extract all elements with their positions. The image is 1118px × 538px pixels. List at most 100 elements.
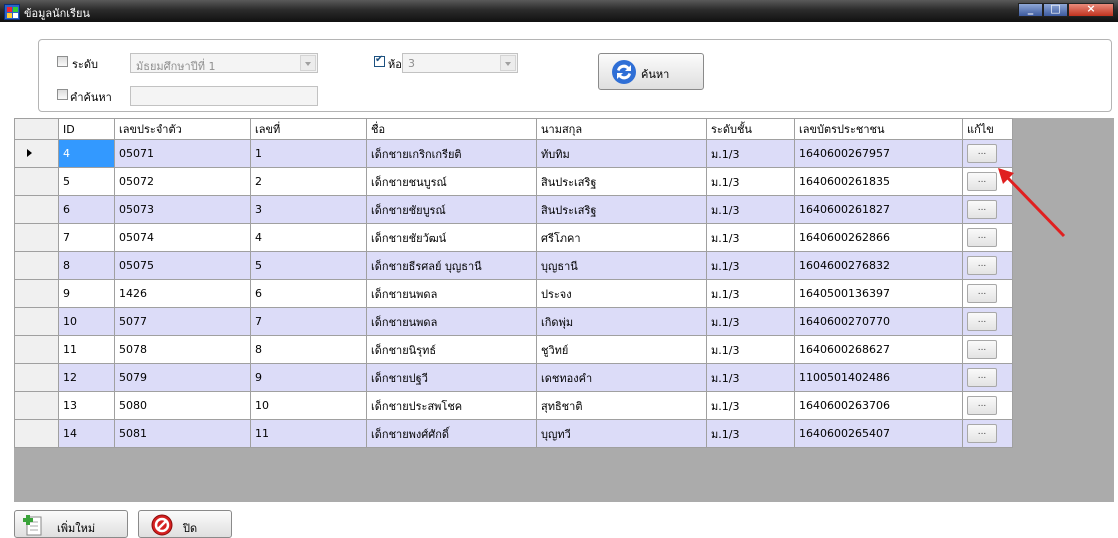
column-header-no[interactable]: เลขที่ [250, 118, 367, 140]
cell-first-name[interactable]: เด็กชายนพดล [366, 279, 537, 308]
cell-id[interactable]: 4 [58, 139, 115, 168]
cell-citizen-id[interactable]: 1640600263706 [794, 391, 963, 420]
row-header[interactable] [14, 335, 59, 364]
minimize-button[interactable]: _ [1018, 2, 1043, 17]
table-row[interactable]: 12 5079 9 เด็กชายปฐวี เดชทองคำ ม.1/3 110050140… [14, 363, 1013, 392]
cell-id[interactable]: 13 [58, 391, 115, 420]
cell-number[interactable]: 1 [250, 139, 367, 168]
cell-first-name[interactable]: เด็กชายชัยบูรณ์ [366, 195, 537, 224]
cell-number[interactable]: 4 [250, 223, 367, 252]
cell-citizen-id[interactable]: 1604600276832 [794, 251, 963, 280]
cell-number[interactable]: 2 [250, 167, 367, 196]
cell-citizen-id[interactable]: 1640500136397 [794, 279, 963, 308]
row-header[interactable] [14, 195, 59, 224]
cell-surname[interactable]: ศรีโภคา [536, 223, 707, 252]
row-header[interactable] [14, 139, 59, 168]
table-row[interactable]: 4 05071 1 เด็กชายเกริกเกรียติ ทับทิม ม.1/3 164… [14, 139, 1013, 168]
chevron-down-icon[interactable] [500, 55, 516, 71]
cell-surname[interactable]: สินประเสริฐ [536, 167, 707, 196]
row-header[interactable] [14, 363, 59, 392]
cell-level[interactable]: ม.1/3 [706, 391, 795, 420]
cell-citizen-id[interactable]: 1640600262866 [794, 223, 963, 252]
keyword-checkbox[interactable] [57, 89, 68, 100]
cell-number[interactable]: 6 [250, 279, 367, 308]
table-row[interactable]: 6 05073 3 เด็กชายชัยบูรณ์ สินประเสริฐ ม.1/3 16… [14, 195, 1013, 224]
table-row[interactable]: 10 5077 7 เด็กชายนพดล เกิดพุ่ม ม.1/3 164060027… [14, 307, 1013, 336]
cell-id[interactable]: 7 [58, 223, 115, 252]
cell-first-name[interactable]: เด็กชายชนบูรณ์ [366, 167, 537, 196]
cell-student-code[interactable]: 5078 [114, 335, 251, 364]
column-header-citizen-id[interactable]: เลขบัตรประชาชน [794, 118, 963, 140]
cell-number[interactable]: 8 [250, 335, 367, 364]
cell-surname[interactable]: บุญธานี [536, 251, 707, 280]
add-new-button[interactable]: เพิ่มใหม่ [14, 510, 128, 538]
row-header[interactable] [14, 167, 59, 196]
column-header-surname[interactable]: นามสกุล [536, 118, 707, 140]
edit-row-button[interactable]: ... [967, 396, 997, 415]
cell-surname[interactable]: สุทธิชาติ [536, 391, 707, 420]
table-row[interactable]: 9 1426 6 เด็กชายนพดล ประจง ม.1/3 1640500136397… [14, 279, 1013, 308]
room-select[interactable]: 3 [402, 53, 518, 73]
cell-citizen-id[interactable]: 1640600265407 [794, 419, 963, 448]
cell-surname[interactable]: ชูวิทย์ [536, 335, 707, 364]
cell-first-name[interactable]: เด็กชายเกริกเกรียติ [366, 139, 537, 168]
cell-student-code[interactable]: 05075 [114, 251, 251, 280]
table-row[interactable]: 5 05072 2 เด็กชายชนบูรณ์ สินประเสริฐ ม.1/3 164… [14, 167, 1013, 196]
cell-first-name[interactable]: เด็กชายพงศ์ศักดิ์ [366, 419, 537, 448]
cell-citizen-id[interactable]: 1640600268627 [794, 335, 963, 364]
cell-id[interactable]: 10 [58, 307, 115, 336]
cell-first-name[interactable]: เด็กชายประสพโชค [366, 391, 537, 420]
cell-student-code[interactable]: 1426 [114, 279, 251, 308]
cell-first-name[interactable]: เด็กชายนพดล [366, 307, 537, 336]
row-header[interactable] [14, 279, 59, 308]
edit-row-button[interactable]: ... [967, 424, 997, 443]
cell-surname[interactable]: เดชทองคำ [536, 363, 707, 392]
cell-level[interactable]: ม.1/3 [706, 251, 795, 280]
keyword-input[interactable] [130, 86, 318, 106]
cell-student-code[interactable]: 05071 [114, 139, 251, 168]
cell-level[interactable]: ม.1/3 [706, 307, 795, 336]
edit-row-button[interactable]: ... [967, 368, 997, 387]
cell-citizen-id[interactable]: 1640600270770 [794, 307, 963, 336]
cell-first-name[interactable]: เด็กชายธีรศลย์ บุญธานี [366, 251, 537, 280]
column-header-code[interactable]: เลขประจำตัว [114, 118, 251, 140]
cell-id[interactable]: 6 [58, 195, 115, 224]
cell-student-code[interactable]: 5079 [114, 363, 251, 392]
edit-row-button[interactable]: ... [967, 312, 997, 331]
student-grid[interactable]: ID เลขประจำตัว เลขที่ ชื่อ นามสกุล ระดับ… [14, 118, 1114, 502]
table-row[interactable]: 11 5078 8 เด็กชายนิรุทธ์ ชูวิทย์ ม.1/3 1640600… [14, 335, 1013, 364]
cell-level[interactable]: ม.1/3 [706, 335, 795, 364]
cell-level[interactable]: ม.1/3 [706, 223, 795, 252]
cell-id[interactable]: 12 [58, 363, 115, 392]
cell-level[interactable]: ม.1/3 [706, 167, 795, 196]
column-header-name[interactable]: ชื่อ [366, 118, 537, 140]
cell-student-code[interactable]: 5081 [114, 419, 251, 448]
cell-level[interactable]: ม.1/3 [706, 419, 795, 448]
level-select[interactable]: มัธยมศึกษาปีที่ 1 [130, 53, 318, 73]
table-row[interactable]: 14 5081 11 เด็กชายพงศ์ศักดิ์ บุญทวี ม.1/3 1640… [14, 419, 1013, 448]
cell-surname[interactable]: บุญทวี [536, 419, 707, 448]
maximize-button[interactable]: □ [1043, 2, 1068, 17]
table-row[interactable]: 8 05075 5 เด็กชายธีรศลย์ บุญธานี บุญธานี ม.1/… [14, 251, 1013, 280]
row-header[interactable] [14, 307, 59, 336]
cell-level[interactable]: ม.1/3 [706, 279, 795, 308]
cell-first-name[interactable]: เด็กชายชัยวัฒน์ [366, 223, 537, 252]
row-header[interactable] [14, 251, 59, 280]
level-checkbox[interactable] [57, 56, 68, 67]
cell-citizen-id[interactable]: 1100501402486 [794, 363, 963, 392]
cell-surname[interactable]: เกิดพุ่ม [536, 307, 707, 336]
cell-student-code[interactable]: 05074 [114, 223, 251, 252]
table-row[interactable]: 13 5080 10 เด็กชายประสพโชค สุทธิชาติ ม.1/3 164… [14, 391, 1013, 420]
cell-level[interactable]: ม.1/3 [706, 139, 795, 168]
row-header[interactable] [14, 391, 59, 420]
edit-row-button[interactable]: ... [967, 256, 997, 275]
cell-citizen-id[interactable]: 1640600261835 [794, 167, 963, 196]
cell-number[interactable]: 11 [250, 419, 367, 448]
cell-number[interactable]: 10 [250, 391, 367, 420]
cell-surname[interactable]: สินประเสริฐ [536, 195, 707, 224]
cell-id[interactable]: 14 [58, 419, 115, 448]
cell-surname[interactable]: ประจง [536, 279, 707, 308]
cell-number[interactable]: 7 [250, 307, 367, 336]
row-header[interactable] [14, 419, 59, 448]
column-header-edit[interactable]: แก้ไข [962, 118, 1013, 140]
